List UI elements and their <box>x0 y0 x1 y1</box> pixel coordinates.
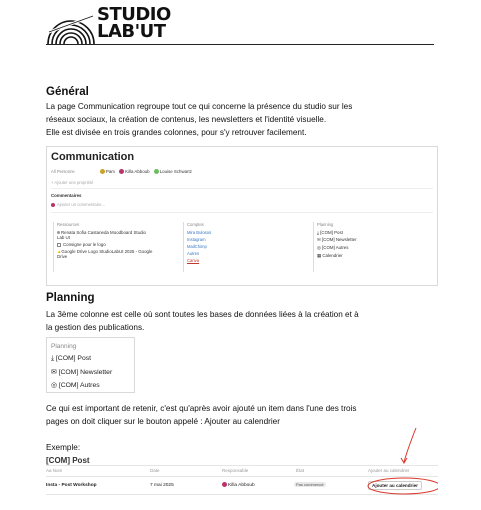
list-item[interactable]: Consigne pour le logo <box>57 242 177 247</box>
persons-label: All Personne <box>51 169 75 174</box>
add-comment-placeholder: Ajouter un commentaire... <box>56 202 105 207</box>
mail-icon: ✉ <box>51 369 57 376</box>
list-item[interactable]: Mira Bulosos <box>187 230 307 235</box>
mail-icon: ✉ <box>317 237 321 242</box>
avatar <box>51 202 55 207</box>
annotation-arrow-icon <box>367 427 438 495</box>
avatar <box>57 231 60 235</box>
column-header-etat[interactable]: État <box>296 468 304 473</box>
general-line-3: Elle est divisée en trois grandes colonn… <box>46 128 307 137</box>
resources-column: Ressources Renata Sofia Castaneda Moodbo… <box>53 222 177 272</box>
list-item[interactable]: Autres <box>187 251 307 256</box>
download-icon: ⤓ <box>317 230 319 235</box>
list-item[interactable]: ◎ [COM] Autres <box>317 245 432 251</box>
com-post-screenshot: [COM] Post Aa Nom Date Responsable État … <box>46 427 438 502</box>
status-badge: Pas commencé <box>294 482 326 487</box>
avatar <box>99 169 105 175</box>
add-comment-input[interactable]: Ajouter un commentaire... <box>51 202 105 207</box>
list-item[interactable]: ✉ [COM] Newsletter <box>51 368 112 376</box>
planning-column: Planning ⤓ [COM] Post ✉ [COM] Newsletter… <box>313 222 432 272</box>
column-header-date[interactable]: Date <box>150 468 160 473</box>
cell-date: 7 mai 2025 <box>150 483 174 488</box>
list-item[interactable]: MailChimp <box>187 244 307 249</box>
download-icon: ⤓ <box>51 355 55 362</box>
planning-screenshot: Planning ⤓ [COM] Post ✉ [COM] Newsletter… <box>46 337 135 393</box>
comments-label: Commentaires <box>51 193 82 198</box>
person-name: Louise Schwartz <box>159 169 192 174</box>
planning-line-1: La 3ème colonne est celle où sont toutes… <box>46 310 359 319</box>
binoculars-icon: ◎ <box>51 382 57 389</box>
calendar-icon: ▦ <box>317 253 322 258</box>
cell-responsable: Killa Abboub <box>222 482 255 488</box>
planning-heading: Planning <box>46 292 95 304</box>
list-item[interactable]: ✉ [COM] Newsletter <box>317 237 432 243</box>
accounts-column: Comptes Mira Bulosos Instagram MailChimp… <box>183 222 307 272</box>
planning-shot-title: Planning <box>51 343 77 350</box>
list-item[interactable]: Lab Ut <box>57 235 177 240</box>
logo-line-2: LAB'UT <box>97 21 166 42</box>
important-line-1: Ce qui est important de retenir, c'est q… <box>46 404 357 413</box>
header-rule <box>46 44 434 45</box>
important-paragraph: Ce qui est important de retenir, c'est q… <box>46 402 466 428</box>
list-item-label: Renata Sofia Castaneda Moodboard Studio <box>61 230 146 235</box>
com-post-title: [COM] Post <box>46 456 90 465</box>
add-property-link[interactable]: + Ajouter une propriété <box>51 180 94 185</box>
avatar <box>119 169 125 175</box>
example-label: Exemple: <box>46 443 81 452</box>
general-line-2: réseaux sociaux, la création de contenus… <box>46 115 327 124</box>
list-item[interactable]: Drive <box>57 254 177 259</box>
list-item-label: [COM] Newsletter <box>321 237 357 242</box>
communication-title: Communication <box>51 151 135 163</box>
list-item-label: Calendrier <box>322 253 343 258</box>
list-item[interactable]: ⤓ [COM] Post <box>317 230 432 235</box>
persons-row: All Personne Pam Killa Abboub Louise Sch… <box>51 169 192 175</box>
list-item[interactable]: ▦ Calendrier <box>317 253 432 259</box>
planning-paragraph: La 3ème colonne est celle où sont toutes… <box>46 308 466 334</box>
general-paragraph: La page Communication regroupe tout ce q… <box>46 100 466 139</box>
list-item-label: [COM] Post <box>55 355 92 362</box>
cell-responsable-label: Killa Abboub <box>228 482 255 488</box>
binoculars-icon: ◎ <box>317 245 321 250</box>
list-item-label: [COM] Post <box>320 230 343 235</box>
column-header-responsable[interactable]: Responsable <box>222 468 248 473</box>
list-item-label: [COM] Autres <box>58 382 100 389</box>
divider <box>51 212 433 213</box>
cell-etat[interactable]: Pas commencé <box>294 482 326 488</box>
cell-name[interactable]: Insta - Post Workshop <box>46 483 97 488</box>
communication-screenshot: Communication All Personne Pam Killa Abb… <box>46 146 438 286</box>
list-item[interactable]: ◎ [COM] Autres <box>51 381 100 389</box>
logo-wordmark: STUDIO LAB'UT <box>97 6 171 42</box>
page-icon <box>57 242 61 247</box>
list-item[interactable]: ⤓ [COM] Post <box>51 355 91 363</box>
list-item-label: [COM] Newsletter <box>58 369 113 376</box>
person-name: Killa Abboub <box>125 169 150 174</box>
list-item-label: [COM] Autres <box>322 245 349 250</box>
avatar <box>153 169 159 175</box>
avatar <box>222 482 227 487</box>
divider <box>51 188 433 189</box>
list-item[interactable]: Instagram <box>187 237 307 242</box>
list-item-label: Consigne pour le logo <box>63 242 106 247</box>
planning-title: Planning <box>317 222 334 227</box>
general-line-1: La page Communication regroupe tout ce q… <box>46 102 353 111</box>
column-header-name[interactable]: Aa Nom <box>46 468 62 473</box>
resources-title: Ressources <box>57 222 80 227</box>
logo-arcs-icon <box>47 14 95 45</box>
list-item-label: Google Drive Logo StudioLabUt 2025 - Goo… <box>61 249 153 254</box>
logo <box>46 2 96 45</box>
person-name: Pam <box>105 169 115 174</box>
planning-line-2: la gestion des publications. <box>46 323 145 332</box>
accounts-title: Comptes <box>187 222 204 227</box>
general-heading: Général <box>46 86 89 98</box>
list-item[interactable]: Canva <box>187 258 307 263</box>
